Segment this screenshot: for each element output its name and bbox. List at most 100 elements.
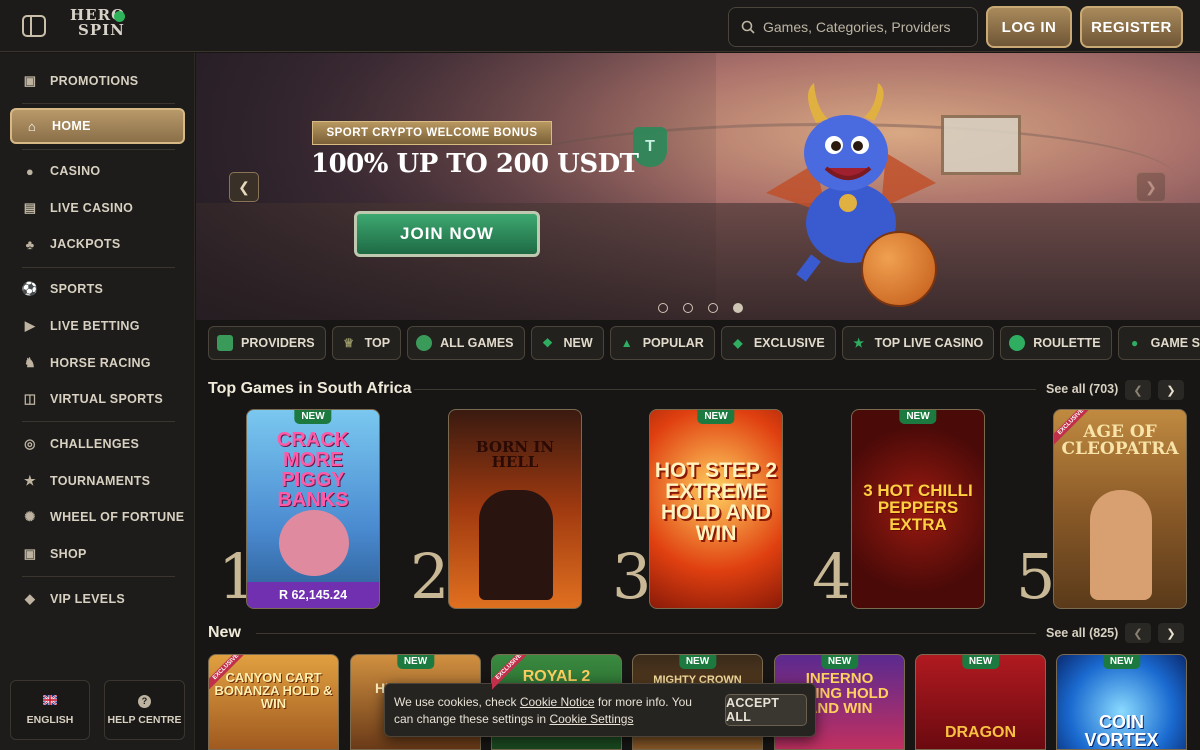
sidebar-item-home[interactable]: ⌂ HOME bbox=[10, 108, 185, 144]
new-badge: NEW bbox=[678, 655, 717, 669]
category-label: TOP bbox=[364, 336, 391, 350]
register-button[interactable]: REGISTER bbox=[1080, 6, 1183, 48]
game-tile-canyon-cart-bonanza[interactable]: EXCLUSIVE CANYON CART BONANZA HOLD & WIN bbox=[208, 654, 339, 750]
game-title: HOT STEP 2 EXTREME HOLD AND WIN bbox=[654, 459, 778, 545]
category-top-live-casino[interactable]: ★ TOP LIVE CASINO bbox=[841, 326, 995, 360]
game-title: CRACK MORE PIGGY BANKS bbox=[276, 429, 350, 511]
sidebar-item-live-betting[interactable]: ▶ LIVE BETTING bbox=[10, 308, 185, 344]
hero-prev-button[interactable]: ❮ bbox=[229, 172, 259, 202]
sidebar-item-sports[interactable]: ⚽ SPORTS bbox=[10, 271, 185, 307]
category-label: ROULETTE bbox=[1033, 336, 1101, 350]
top-games-prev-button[interactable]: ❮ bbox=[1125, 380, 1151, 400]
sidebar-item-label: HOME bbox=[52, 119, 91, 133]
top-games-next-button[interactable]: ❯ bbox=[1158, 380, 1184, 400]
game-tile-hot-step-2[interactable]: NEW HOT STEP 2 EXTREME HOLD AND WIN bbox=[649, 409, 783, 609]
sidebar-toggle-icon[interactable] bbox=[22, 15, 46, 37]
accept-all-button[interactable]: ACCEPT ALL bbox=[725, 694, 807, 726]
cherries-icon: ● bbox=[25, 163, 35, 179]
sidebar-item-label: TOURNAMENTS bbox=[50, 474, 151, 488]
sidebar-item-tournaments[interactable]: ★ TOURNAMENTS bbox=[10, 463, 185, 499]
diamond-icon: ◆ bbox=[24, 591, 36, 606]
category-game-shows[interactable]: ● GAME SHOWS bbox=[1117, 326, 1200, 360]
basketball-hoop-image bbox=[941, 115, 1021, 175]
gamepad-icon: ◫ bbox=[23, 391, 37, 406]
sidebar-item-challenges[interactable]: ◎ CHALLENGES bbox=[10, 426, 185, 462]
top-bar: HERO SPIN Games, Categories, Providers L… bbox=[0, 0, 1200, 52]
help-icon: ? bbox=[138, 694, 151, 708]
live-cards-icon: ▤ bbox=[23, 200, 37, 215]
new-games-next-button[interactable]: ❯ bbox=[1158, 623, 1184, 643]
hero-shade bbox=[196, 53, 716, 320]
sidebar-item-label: VIP LEVELS bbox=[50, 592, 126, 606]
game-title: 3 HOT CHILLI PEPPERS EXTRA bbox=[863, 481, 973, 534]
slide-dot[interactable] bbox=[683, 303, 693, 313]
all-games-icon bbox=[416, 335, 433, 351]
category-providers[interactable]: PROVIDERS bbox=[208, 326, 326, 360]
category-label: EXCLUSIVE bbox=[753, 336, 825, 350]
sidebar-item-label: SPORTS bbox=[50, 282, 104, 296]
cookie-settings-link[interactable]: Cookie Settings bbox=[549, 712, 633, 726]
help-centre-button[interactable]: ? HELP CENTRE bbox=[104, 680, 185, 740]
soccer-ball-icon: ⚽ bbox=[21, 281, 39, 296]
language-button[interactable]: ENGLISH bbox=[10, 680, 90, 740]
new-badge: NEW bbox=[396, 655, 435, 669]
new-games-prev-button[interactable]: ❮ bbox=[1125, 623, 1151, 643]
sidebar-item-label: SHOP bbox=[50, 547, 87, 561]
sidebar-item-shop[interactable]: ▣ SHOP bbox=[10, 536, 185, 572]
sidebar-item-virtual-sports[interactable]: ◫ VIRTUAL SPORTS bbox=[10, 381, 185, 417]
new-badge: NEW bbox=[899, 410, 937, 424]
target-icon: ◎ bbox=[24, 436, 36, 451]
sidebar-divider bbox=[22, 103, 175, 104]
sidebar-item-vip-levels[interactable]: ◆ VIP LEVELS bbox=[10, 581, 185, 617]
sidebar-divider bbox=[22, 421, 175, 422]
hero-banner[interactable]: T SPORT CRYPTO WELCOME BONUS 100% UP TO … bbox=[196, 53, 1200, 320]
hero-next-button[interactable]: ❯ bbox=[1136, 172, 1166, 202]
slide-dot[interactable] bbox=[658, 303, 668, 313]
game-title: BORN IN HELL bbox=[475, 438, 555, 471]
game-tile-dragon[interactable]: NEW DRAGON bbox=[915, 654, 1046, 750]
sidebar-item-label: LIVE CASINO bbox=[50, 201, 134, 215]
logo[interactable]: HERO SPIN bbox=[70, 8, 130, 44]
top-games-see-all-link[interactable]: See all (703) bbox=[1046, 382, 1118, 396]
slide-dot-active[interactable] bbox=[733, 303, 743, 313]
category-top[interactable]: ♕ TOP bbox=[331, 326, 402, 360]
category-roulette[interactable]: ROULETTE bbox=[1000, 326, 1112, 360]
sidebar-item-wheel-of-fortune[interactable]: ✺ WHEEL OF FORTUNE bbox=[10, 499, 185, 535]
chevron-right-icon: ❯ bbox=[1145, 178, 1157, 195]
sidebar-item-label: HORSE RACING bbox=[50, 356, 151, 370]
join-now-button[interactable]: JOIN NOW bbox=[354, 211, 540, 257]
game-tile-piggy-banks[interactable]: NEW CRACK MORE PIGGY BANKS R 62,145.24 bbox=[246, 409, 380, 609]
rank-number: 5 bbox=[1016, 540, 1056, 613]
new-games-see-all-link[interactable]: See all (825) bbox=[1046, 626, 1118, 640]
sidebar-item-live-casino[interactable]: ▤ LIVE CASINO bbox=[10, 190, 185, 226]
game-tile-born-in-hell[interactable]: BORN IN HELL bbox=[448, 409, 582, 609]
new-games-title: New bbox=[208, 624, 241, 641]
game-tile-hot-chilli-peppers[interactable]: NEW 3 HOT CHILLI PEPPERS EXTRA bbox=[851, 409, 985, 609]
category-all-games[interactable]: ALL GAMES bbox=[407, 326, 525, 360]
cookie-notice-link[interactable]: Cookie Notice bbox=[520, 695, 595, 709]
category-new[interactable]: ❖ NEW bbox=[530, 326, 604, 360]
new-badge: NEW bbox=[961, 655, 1000, 669]
uk-flag-icon bbox=[42, 694, 58, 708]
sidebar-item-promotions[interactable]: ▣ PROMOTIONS bbox=[10, 63, 185, 99]
game-tile-age-of-cleopatra[interactable]: EXCLUSIVE AGE OF CLEOPATRA bbox=[1053, 409, 1187, 609]
login-button[interactable]: LOG IN bbox=[986, 6, 1072, 48]
hero-title: 100% UP TO 200 USDT bbox=[311, 149, 639, 179]
sidebar-item-jackpots[interactable]: ♣ JACKPOTS bbox=[10, 226, 185, 262]
sidebar-item-horse-racing[interactable]: ♞ HORSE RACING bbox=[10, 345, 185, 381]
sidebar-divider bbox=[22, 267, 175, 268]
game-title: DRAGON bbox=[944, 724, 1017, 741]
category-popular[interactable]: ▲ POPULAR bbox=[609, 326, 715, 360]
category-label: GAME SHOWS bbox=[1150, 336, 1200, 350]
live-play-icon: ▶ bbox=[24, 318, 36, 333]
slide-indicators bbox=[658, 303, 743, 313]
promo-ribbon: SPORT CRYPTO WELCOME BONUS bbox=[312, 121, 552, 145]
search-input[interactable]: Games, Categories, Providers bbox=[728, 7, 978, 47]
sidebar-item-casino[interactable]: ● CASINO bbox=[10, 153, 185, 189]
game-tile-coin-vortex[interactable]: NEW COIN VORTEX bbox=[1056, 654, 1187, 750]
sidebar-item-label: PROMOTIONS bbox=[50, 74, 139, 88]
slide-dot[interactable] bbox=[708, 303, 718, 313]
category-exclusive[interactable]: ◆ EXCLUSIVE bbox=[720, 326, 836, 360]
game-title: COIN VORTEX bbox=[1084, 712, 1159, 750]
flame-icon: ▲ bbox=[620, 336, 633, 350]
